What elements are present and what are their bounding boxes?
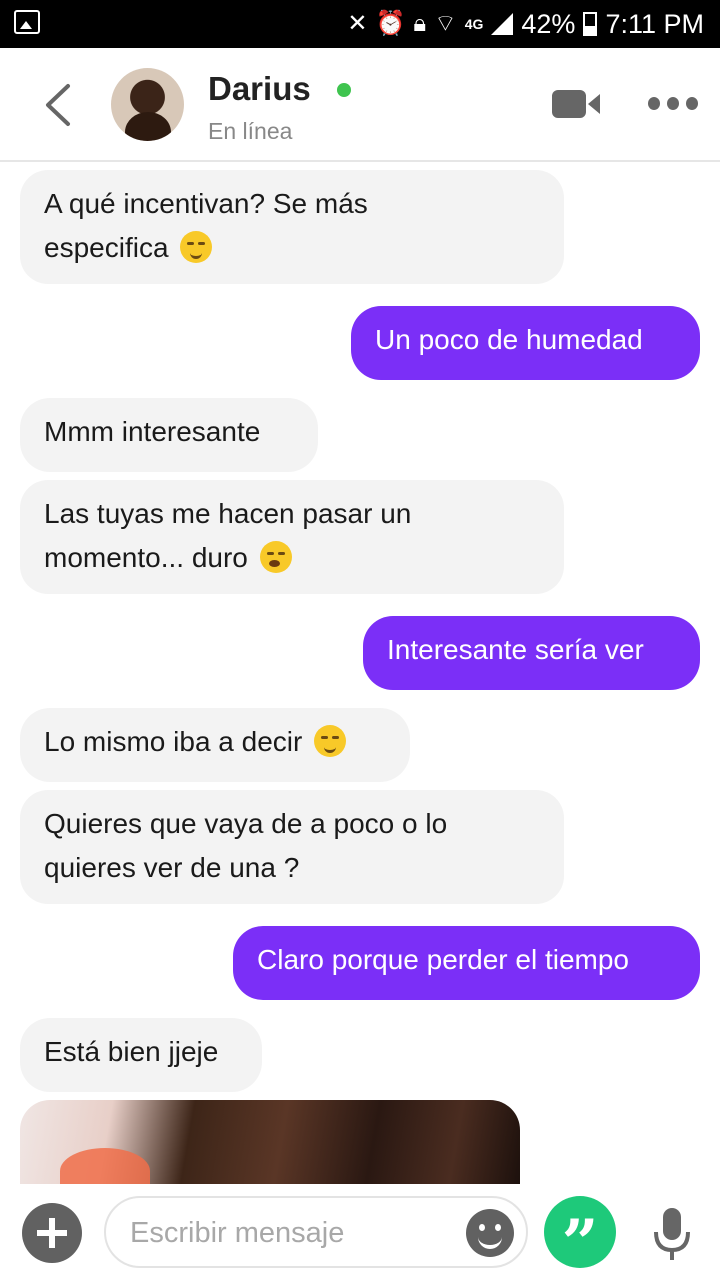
- video-call-icon[interactable]: [552, 88, 602, 120]
- contact-avatar[interactable]: [111, 68, 184, 141]
- clock: 7:11 PM: [605, 8, 704, 39]
- message-input-field[interactable]: [104, 1196, 528, 1268]
- online-indicator: [337, 83, 351, 97]
- battery-percent: 42%: [521, 8, 576, 39]
- message-composer: ”: [0, 1184, 720, 1280]
- winking-face-icon: [259, 541, 292, 573]
- status-bar: ✕ ⏰ 🔒︎ ⌔ 4G 42% 7:11 PM: [0, 0, 720, 48]
- lock-icon: 🔒︎: [413, 10, 427, 37]
- add-attachment-button[interactable]: [22, 1203, 82, 1263]
- network-type: 4G: [464, 16, 484, 32]
- emoji-picker-icon[interactable]: [466, 1209, 514, 1257]
- message-bubble-outgoing[interactable]: Claro porque perder el tiempo: [233, 926, 700, 1000]
- more-options-icon[interactable]: [648, 97, 698, 111]
- message-bubble-incoming[interactable]: Está bien jjeje: [20, 1018, 262, 1092]
- message-bubble-outgoing[interactable]: Interesante sería ver: [363, 616, 700, 690]
- message-list[interactable]: A qué incentivan? Se más especifica Un p…: [0, 164, 720, 1184]
- message-input[interactable]: [130, 1214, 450, 1252]
- chat-header: Darius En línea: [0, 48, 720, 162]
- quick-reply-quote-button[interactable]: ”: [544, 1196, 616, 1280]
- relieved-face-icon: [314, 725, 347, 757]
- message-bubble-incoming[interactable]: Lo mismo iba a decir: [20, 708, 410, 782]
- back-arrow-icon[interactable]: [40, 82, 80, 128]
- battery-icon: [583, 12, 598, 36]
- relieved-face-icon: [180, 231, 213, 263]
- message-bubble-incoming[interactable]: Las tuyas me hacen pasar un momento... d…: [20, 480, 564, 594]
- wifi-icon: ⌔: [434, 10, 457, 37]
- message-bubble-incoming[interactable]: Quieres que vaya de a poco o lo quieres …: [20, 790, 564, 904]
- gallery-notification-icon: [14, 10, 40, 34]
- status-icons: ✕ ⏰ 🔒︎ ⌔ 4G 42% 7:11 PM: [347, 6, 704, 42]
- microphone-icon[interactable]: [652, 1206, 692, 1262]
- image-message[interactable]: [20, 1100, 520, 1184]
- message-bubble-incoming[interactable]: Mmm interesante: [20, 398, 318, 472]
- alarm-icon: ⏰: [375, 10, 406, 37]
- message-bubble-incoming[interactable]: A qué incentivan? Se más especifica: [20, 170, 564, 284]
- contact-name[interactable]: Darius: [208, 70, 311, 108]
- mute-icon: ✕: [347, 10, 368, 37]
- signal-icon: [491, 13, 514, 35]
- contact-status: En línea: [208, 118, 293, 144]
- message-bubble-outgoing[interactable]: Un poco de humedad: [351, 306, 700, 380]
